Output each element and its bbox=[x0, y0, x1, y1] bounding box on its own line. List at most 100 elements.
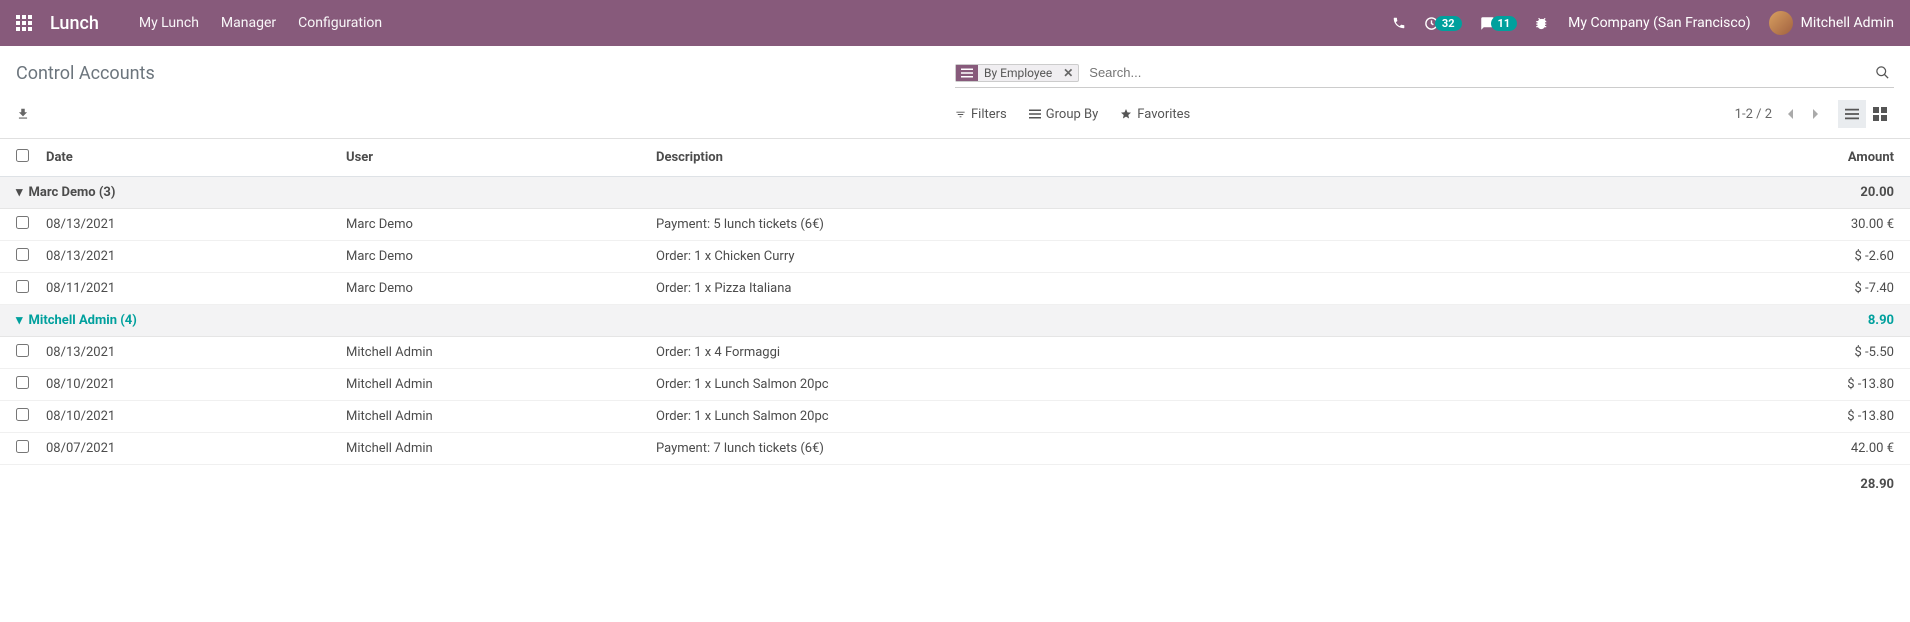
group-row[interactable]: ▾ Mitchell Admin (4) 8.90 bbox=[0, 305, 1910, 337]
discuss-badge: 11 bbox=[1491, 16, 1518, 31]
group-label: Mitchell Admin (4) bbox=[29, 313, 137, 328]
cell-user: Marc Demo bbox=[338, 209, 648, 241]
cell-amount: $ -2.60 bbox=[1790, 241, 1910, 273]
menu-my-lunch[interactable]: My Lunch bbox=[139, 15, 199, 31]
navbar: Lunch My Lunch Manager Configuration 32 … bbox=[0, 0, 1910, 46]
pager: 1-2 / 2 bbox=[1735, 104, 1824, 124]
favorites-menu[interactable]: Favorites bbox=[1120, 107, 1190, 122]
cell-description: Order: 1 x Pizza Italiana bbox=[648, 273, 1790, 305]
caret-down-icon: ▾ bbox=[16, 185, 23, 200]
cell-date: 08/13/2021 bbox=[38, 337, 338, 369]
cell-user: Marc Demo bbox=[338, 273, 648, 305]
menu-manager[interactable]: Manager bbox=[221, 15, 276, 31]
row-checkbox[interactable] bbox=[16, 376, 29, 389]
cell-description: Order: 1 x Lunch Salmon 20pc bbox=[648, 369, 1790, 401]
apps-icon[interactable] bbox=[16, 15, 32, 31]
cell-user: Mitchell Admin bbox=[338, 433, 648, 465]
grand-total: 28.90 bbox=[0, 465, 1910, 505]
group-label: Marc Demo (3) bbox=[29, 185, 116, 200]
search-facet: By Employee ✕ bbox=[955, 64, 1079, 82]
cell-amount: 30.00 € bbox=[1790, 209, 1910, 241]
table-header-row: Date User Description Amount bbox=[0, 139, 1910, 177]
cell-description: Payment: 5 lunch tickets (6€) bbox=[648, 209, 1790, 241]
view-switcher bbox=[1838, 100, 1894, 128]
pager-next-icon[interactable] bbox=[1808, 104, 1824, 124]
row-checkbox[interactable] bbox=[16, 440, 29, 453]
user-menu[interactable]: Mitchell Admin bbox=[1769, 11, 1894, 35]
col-amount[interactable]: Amount bbox=[1790, 139, 1910, 177]
page-title: Control Accounts bbox=[16, 63, 955, 84]
systray: 32 11 My Company (San Francisco) Mitchel… bbox=[1392, 11, 1894, 35]
col-user[interactable]: User bbox=[338, 139, 648, 177]
cell-user: Mitchell Admin bbox=[338, 401, 648, 433]
discuss-icon[interactable]: 11 bbox=[1480, 16, 1518, 31]
row-checkbox[interactable] bbox=[16, 408, 29, 421]
debug-icon[interactable] bbox=[1535, 16, 1550, 31]
favorites-label: Favorites bbox=[1137, 107, 1190, 122]
row-checkbox[interactable] bbox=[16, 280, 29, 293]
group-total: 8.90 bbox=[1790, 305, 1910, 337]
cell-date: 08/07/2021 bbox=[38, 433, 338, 465]
cell-description: Order: 1 x Lunch Salmon 20pc bbox=[648, 401, 1790, 433]
cell-date: 08/11/2021 bbox=[38, 273, 338, 305]
list-view-icon[interactable] bbox=[1838, 100, 1866, 128]
cell-amount: 42.00 € bbox=[1790, 433, 1910, 465]
cell-description: Order: 1 x Chicken Curry bbox=[648, 241, 1790, 273]
table-row[interactable]: 08/13/2021Mitchell AdminOrder: 1 x 4 For… bbox=[0, 337, 1910, 369]
facet-remove-icon[interactable]: ✕ bbox=[1058, 66, 1078, 80]
cell-description: Order: 1 x 4 Formaggi bbox=[648, 337, 1790, 369]
table-row[interactable]: 08/10/2021Mitchell AdminOrder: 1 x Lunch… bbox=[0, 369, 1910, 401]
pager-prev-icon[interactable] bbox=[1782, 104, 1798, 124]
search-icon[interactable] bbox=[1871, 65, 1894, 80]
app-brand[interactable]: Lunch bbox=[50, 13, 99, 34]
cell-user: Marc Demo bbox=[338, 241, 648, 273]
select-all-checkbox[interactable] bbox=[16, 149, 29, 162]
kanban-view-icon[interactable] bbox=[1866, 100, 1894, 128]
caret-down-icon: ▾ bbox=[16, 313, 23, 328]
table-row[interactable]: 08/11/2021Marc DemoOrder: 1 x Pizza Ital… bbox=[0, 273, 1910, 305]
groupby-label: Group By bbox=[1046, 107, 1099, 122]
pager-value[interactable]: 1-2 / 2 bbox=[1735, 107, 1772, 122]
control-panel: Control Accounts By Employee ✕ Fi bbox=[0, 46, 1910, 139]
cell-date: 08/10/2021 bbox=[38, 369, 338, 401]
col-date[interactable]: Date bbox=[38, 139, 338, 177]
row-checkbox[interactable] bbox=[16, 216, 29, 229]
groupby-facet-icon bbox=[956, 65, 978, 81]
cell-amount: $ -13.80 bbox=[1790, 369, 1910, 401]
cell-description: Payment: 7 lunch tickets (6€) bbox=[648, 433, 1790, 465]
cell-amount: $ -13.80 bbox=[1790, 401, 1910, 433]
search-bar: By Employee ✕ bbox=[955, 58, 1894, 88]
menu-configuration[interactable]: Configuration bbox=[298, 15, 382, 31]
activities-icon[interactable]: 32 bbox=[1424, 16, 1462, 31]
table-row[interactable]: 08/13/2021Marc DemoOrder: 1 x Chicken Cu… bbox=[0, 241, 1910, 273]
filters-label: Filters bbox=[971, 107, 1007, 122]
groupby-menu[interactable]: Group By bbox=[1029, 107, 1099, 122]
group-row[interactable]: ▾ Marc Demo (3) 20.00 bbox=[0, 177, 1910, 209]
nav-menu: My Lunch Manager Configuration bbox=[139, 15, 382, 31]
search-facet-label: By Employee bbox=[978, 66, 1058, 80]
export-button[interactable] bbox=[16, 107, 955, 121]
row-checkbox[interactable] bbox=[16, 344, 29, 357]
row-checkbox[interactable] bbox=[16, 248, 29, 261]
company-selector[interactable]: My Company (San Francisco) bbox=[1568, 15, 1750, 31]
cell-date: 08/13/2021 bbox=[38, 209, 338, 241]
search-input[interactable] bbox=[1085, 61, 1871, 84]
cell-user: Mitchell Admin bbox=[338, 337, 648, 369]
filters-menu[interactable]: Filters bbox=[955, 107, 1007, 122]
group-total: 20.00 bbox=[1790, 177, 1910, 209]
cell-date: 08/13/2021 bbox=[38, 241, 338, 273]
cell-amount: $ -5.50 bbox=[1790, 337, 1910, 369]
phone-icon[interactable] bbox=[1392, 16, 1406, 30]
table-row[interactable]: 08/13/2021Marc DemoPayment: 5 lunch tick… bbox=[0, 209, 1910, 241]
cell-amount: $ -7.40 bbox=[1790, 273, 1910, 305]
col-description[interactable]: Description bbox=[648, 139, 1790, 177]
cell-user: Mitchell Admin bbox=[338, 369, 648, 401]
avatar bbox=[1769, 11, 1793, 35]
table-row[interactable]: 08/07/2021Mitchell AdminPayment: 7 lunch… bbox=[0, 433, 1910, 465]
activities-badge: 32 bbox=[1435, 16, 1462, 31]
table-footer: 28.90 bbox=[0, 465, 1910, 505]
list-view: Date User Description Amount ▾ Marc Demo … bbox=[0, 139, 1910, 504]
table-row[interactable]: 08/10/2021Mitchell AdminOrder: 1 x Lunch… bbox=[0, 401, 1910, 433]
user-name: Mitchell Admin bbox=[1801, 15, 1894, 31]
cell-date: 08/10/2021 bbox=[38, 401, 338, 433]
